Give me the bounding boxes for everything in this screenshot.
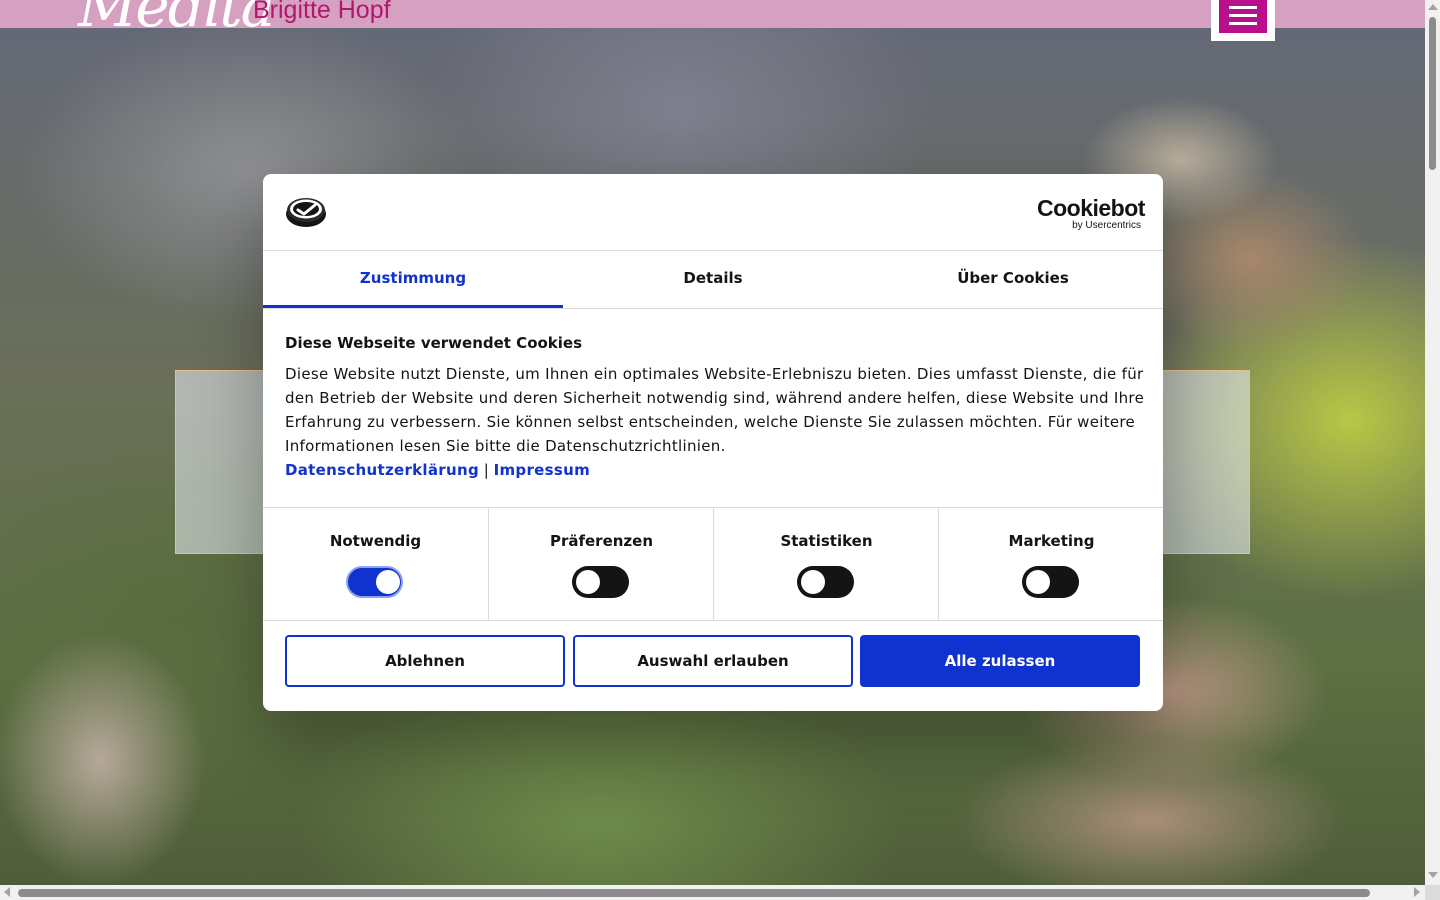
scroll-up-arrow-icon[interactable] [1428,4,1438,10]
toggle-necessary-switch[interactable] [346,566,403,598]
brand-name: Cookiebot [1037,195,1145,221]
cookie-consent-dialog: Cookiebot by Usercentrics Zustimmung Det… [263,174,1163,711]
link-separator: | [483,461,489,479]
toggle-statistics-switch[interactable] [797,566,854,598]
cookie-logo-icon [286,198,326,227]
decline-button[interactable]: Ablehnen [285,635,565,687]
vertical-scrollbar-thumb[interactable] [1429,17,1436,170]
allow-selection-button[interactable]: Auswahl erlauben [573,635,853,687]
toggle-statistics-cell: Statistiken [713,508,939,620]
cookiebot-brand[interactable]: Cookiebot by Usercentrics [1037,195,1145,231]
brand-subtitle: by Usercentrics [1072,220,1141,231]
dialog-links: Datenschutzerklärung | Impressum [285,458,1145,482]
dialog-tabs: Zustimmung Details Über Cookies [263,251,1163,309]
horizontal-scrollbar-thumb[interactable] [18,889,1370,897]
consent-toggles: Notwendig Präferenzen Statistiken Market… [263,507,1163,621]
site-logo-name[interactable]: Brigitte Hopf [253,0,391,25]
dialog-heading: Diese Webseite verwendet Cookies [285,334,583,352]
toggle-marketing-cell: Marketing [938,508,1163,620]
scrollbar-corner [1425,885,1440,900]
dialog-body-text: Diese Website nutzt Dienste, um Ihnen ei… [285,365,1145,455]
allow-all-button[interactable]: Alle zulassen [860,635,1140,687]
toggle-marketing-switch[interactable] [1022,566,1079,598]
toggle-statistics-label: Statistiken [780,532,873,550]
scroll-down-arrow-icon[interactable] [1428,872,1438,878]
dialog-content: Diese Webseite verwendet Cookies Diese W… [285,332,1145,482]
toggle-necessary-cell: Notwendig [263,508,488,620]
site-logo-script[interactable]: Medita [78,0,275,40]
toggle-necessary-label: Notwendig [329,532,422,550]
toggle-preferences-label: Präferenzen [549,532,654,550]
scroll-left-arrow-icon[interactable] [4,887,10,897]
tab-ueber-cookies[interactable]: Über Cookies [863,251,1163,308]
scroll-right-arrow-icon[interactable] [1414,887,1420,897]
toggle-marketing-label: Marketing [1008,532,1095,550]
hamburger-icon[interactable] [1219,0,1267,33]
toggle-preferences-cell: Präferenzen [488,508,714,620]
privacy-policy-link[interactable]: Datenschutzerklärung [285,461,479,479]
imprint-link[interactable]: Impressum [494,461,590,479]
menu-button[interactable] [1211,0,1275,41]
toggle-preferences-switch[interactable] [572,566,629,598]
tab-zustimmung[interactable]: Zustimmung [263,251,563,308]
tab-details[interactable]: Details [563,251,863,308]
dialog-header: Cookiebot by Usercentrics [263,174,1163,251]
